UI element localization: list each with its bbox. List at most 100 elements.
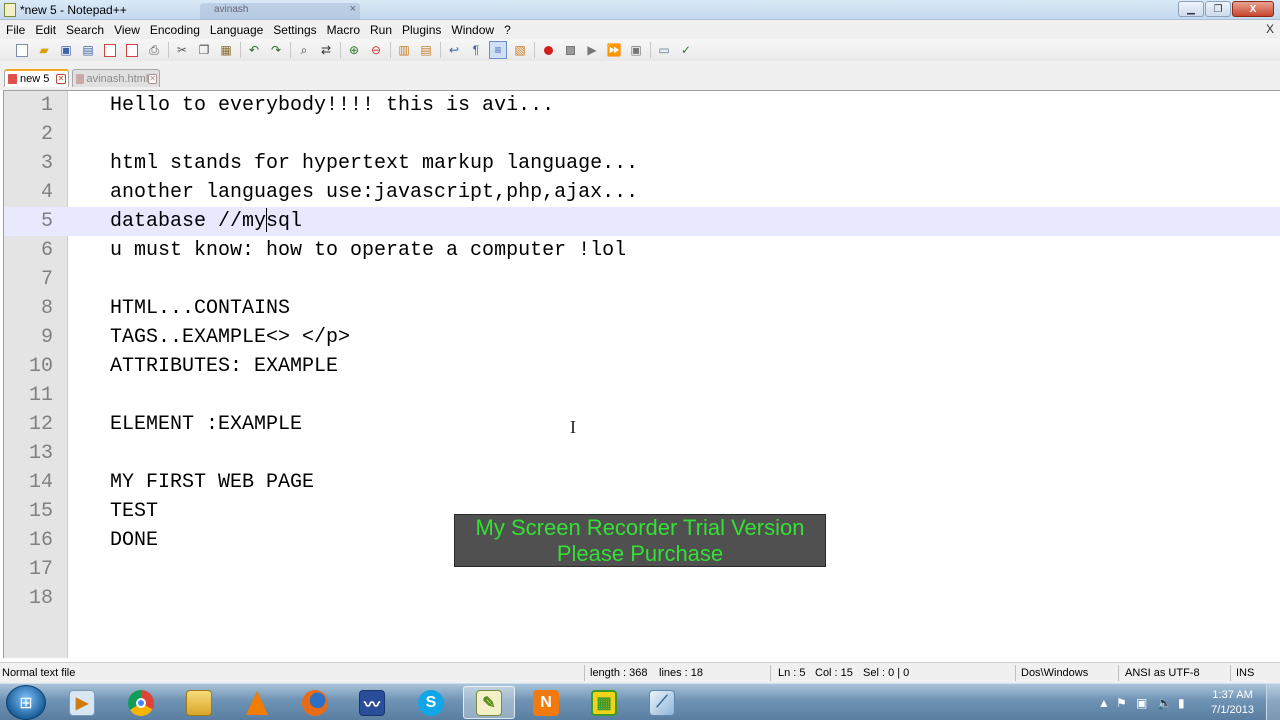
close-all-icon[interactable] [124,42,140,58]
network-icon[interactable]: ▣ [1136,696,1147,710]
editor-line[interactable]: 1 Hello to everybody!!!! this is avi... [4,91,1280,120]
editor-line[interactable]: 14 MY FIRST WEB PAGE [4,468,1280,497]
playback-macro-icon[interactable]: ▶ [584,42,600,58]
start-button[interactable]: ⊞ [6,685,46,720]
editor-line[interactable]: 5 database //mysql [4,207,1280,236]
menu-search[interactable]: Search [61,23,109,37]
show-hidden-icons-icon[interactable]: ▲ [1098,696,1110,710]
menu-window[interactable]: Window [446,23,499,37]
close-document-button[interactable]: X [1266,22,1274,36]
text-caret [266,208,267,232]
save-macro-icon[interactable]: ▣ [628,42,644,58]
folder-as-workspace-icon[interactable]: ▧ [512,42,528,58]
menu-edit[interactable]: Edit [30,23,61,37]
line-number: 13 [28,442,53,465]
maximize-button[interactable]: ❐ [1205,1,1231,17]
taskbar-n-app[interactable]: N [520,686,572,719]
taskbar-green-app[interactable]: ▦ [578,686,630,719]
taskbar-chrome[interactable] [115,686,167,719]
tab-new-5[interactable]: new 5 ✕ [4,69,69,87]
replace-icon[interactable]: ⇄ [318,42,334,58]
editor-line[interactable]: 13 [4,439,1280,468]
editor-area[interactable]: 1 Hello to everybody!!!! this is avi... 2 3… [3,90,1280,658]
record-macro-icon[interactable] [540,42,556,58]
redo-icon[interactable]: ↷ [268,42,284,58]
editor-line[interactable]: 4 another languages use:javascript,php,aj… [4,178,1280,207]
close-icon: × [349,3,356,15]
menu-help[interactable]: ? [499,23,516,37]
editor-line[interactable]: 9 TAGS..EXAMPLE<> </p> [4,323,1280,352]
taskbar-notepad-plus-plus[interactable]: ✎ [463,686,515,719]
sync-vertical-icon[interactable]: ▥ [396,42,412,58]
paste-icon[interactable]: ▦ [218,42,234,58]
toolbar-separator [390,42,391,58]
menu-macro[interactable]: Macro [322,23,365,37]
editor-line[interactable]: 6 u must know: how to operate a computer … [4,236,1280,265]
status-bar: Normal text file length : 368 lines : 18… [0,662,1280,683]
status-separator [584,665,585,681]
line-text: database //mysql [110,210,303,233]
editor-line[interactable]: 8 HTML...CONTAINS [4,294,1280,323]
media-player-icon: ▶ [69,689,95,716]
new-file-icon[interactable] [14,42,30,58]
copy-icon[interactable]: ❐ [196,42,212,58]
menu-run[interactable]: Run [365,23,397,37]
status-column: Col : 15 [815,667,853,679]
show-desktop-button[interactable] [1266,684,1280,720]
volume-icon[interactable]: 🔈 [1157,696,1172,710]
ink-app-icon: ⟋ [649,689,675,716]
status-length: length : 368 [590,667,648,679]
signal-icon[interactable]: ▮ [1178,696,1185,710]
zoom-out-icon[interactable]: ⊖ [368,42,384,58]
editor-line[interactable]: 12 ELEMENT :EXAMPLE [4,410,1280,439]
find-icon[interactable]: ⌕ [296,42,312,58]
line-text: ATTRIBUTES: EXAMPLE [110,355,339,378]
save-icon[interactable]: ▣ [58,42,74,58]
taskbar-skype[interactable]: S [405,686,457,719]
tab-avinash-html[interactable]: avinash.html ✕ [72,69,160,87]
status-encoding: ANSI as UTF-8 [1125,667,1200,679]
editor-line[interactable]: 18 [4,584,1280,613]
taskbar-firefox[interactable] [289,686,341,719]
editor-line[interactable]: 11 [4,381,1280,410]
launch-browser-icon[interactable]: ▭ [656,42,672,58]
menu-plugins[interactable]: Plugins [397,23,446,37]
menu-file[interactable]: File [0,23,30,37]
menu-settings[interactable]: Settings [268,23,321,37]
close-file-icon[interactable] [102,42,118,58]
zoom-in-icon[interactable]: ⊕ [346,42,362,58]
run-macro-multiple-icon[interactable]: ⏩ [606,42,622,58]
close-window-button[interactable]: X [1232,1,1274,17]
save-all-icon[interactable]: ▤ [80,42,96,58]
close-tab-icon[interactable]: ✕ [56,74,66,84]
close-tab-icon[interactable]: ✕ [148,73,157,84]
editor-line[interactable]: 7 [4,265,1280,294]
editor-line[interactable]: 10 ATTRIBUTES: EXAMPLE [4,352,1280,381]
taskbar-messenger[interactable]: 〰 [346,686,398,719]
clock[interactable]: 1:37 AM 7/1/2013 [1211,688,1254,718]
indent-guide-icon[interactable]: ≡ [489,41,507,59]
editor-line[interactable]: 3 html stands for hypertext markup langua… [4,149,1280,178]
menu-encoding[interactable]: Encoding [145,23,205,37]
editor-line[interactable]: 2 [4,120,1280,149]
show-all-characters-icon[interactable]: ¶ [468,42,484,58]
action-center-flag-icon[interactable]: ⚑ [1116,696,1127,710]
line-text: ELEMENT :EXAMPLE [110,413,303,436]
sync-horizontal-icon[interactable]: ▤ [418,42,434,58]
minimize-button[interactable]: ▁ [1178,1,1204,17]
undo-icon[interactable]: ↶ [246,42,262,58]
open-file-icon[interactable]: ▰ [36,42,52,58]
taskbar-media-player[interactable]: ▶ [56,686,108,719]
taskbar-vlc[interactable] [231,686,283,719]
taskbar-ink-app[interactable]: ⟋ [636,686,688,719]
spell-check-icon[interactable]: ✓ [678,42,694,58]
menu-view[interactable]: View [109,23,145,37]
print-icon[interactable]: ⎙ [146,42,162,58]
menu-language[interactable]: Language [205,23,268,37]
taskbar-explorer[interactable] [173,686,225,719]
status-lines: lines : 18 [659,667,704,679]
cut-icon[interactable]: ✂ [174,42,190,58]
window-controls: ▁ ❐ X [1177,1,1274,17]
stop-recording-icon[interactable] [562,42,578,58]
word-wrap-icon[interactable]: ↩ [446,42,462,58]
